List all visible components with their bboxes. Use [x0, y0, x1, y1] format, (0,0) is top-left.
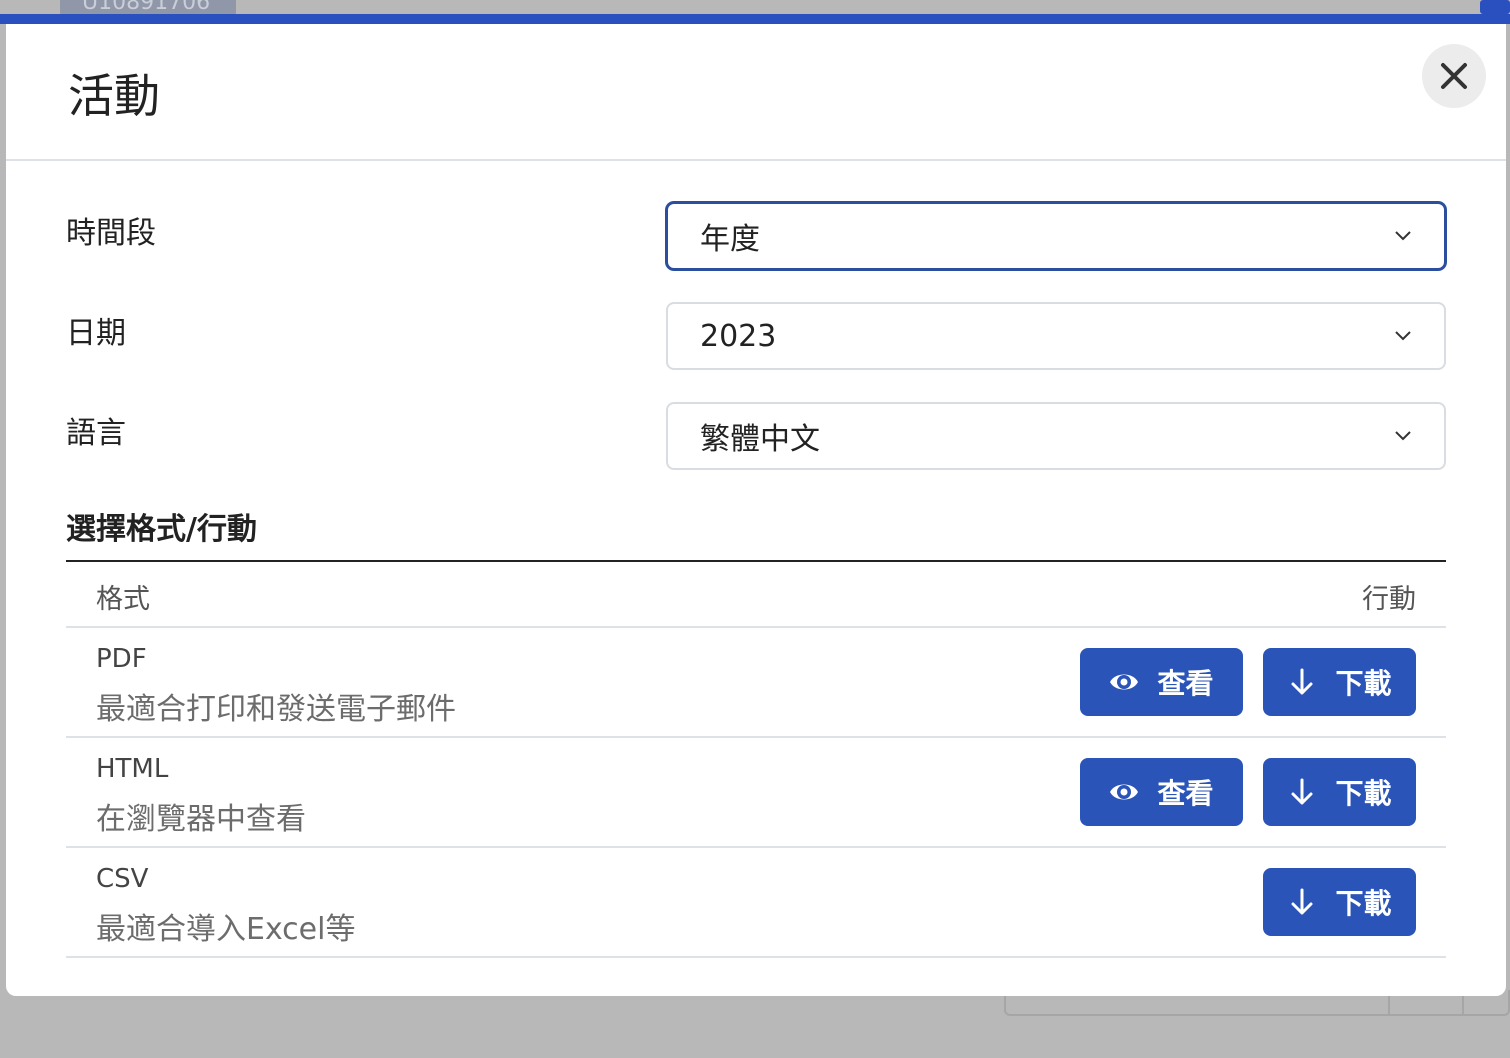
- download-button-csv[interactable]: 下載: [1263, 868, 1416, 936]
- column-header-action: 行動: [1362, 584, 1416, 615]
- language-select-value: 繁體中文: [700, 422, 820, 457]
- period-select[interactable]: 年度: [666, 202, 1446, 270]
- view-button-pdf[interactable]: 查看: [1080, 648, 1243, 716]
- view-button-label: 查看: [1157, 667, 1214, 700]
- date-label: 日期: [66, 316, 126, 351]
- table-header: 格式 行動: [66, 562, 1446, 628]
- chevron-down-icon: [1395, 331, 1411, 341]
- eye-icon: [1110, 674, 1139, 690]
- background-right-button: [1480, 0, 1510, 14]
- activity-modal: 活動 時間段 年度 日期 2023 語言 繁體中文 選擇格式/行動 格式 行動: [6, 24, 1506, 996]
- table-row-html: HTML 在瀏覽器中查看 查看 下載: [66, 738, 1446, 848]
- background-header-bar: [0, 14, 1510, 24]
- language-select[interactable]: 繁體中文: [666, 402, 1446, 470]
- download-button-html[interactable]: 下載: [1263, 758, 1416, 826]
- view-button-html[interactable]: 查看: [1080, 758, 1243, 826]
- close-icon: [1441, 63, 1467, 89]
- section-title: 選擇格式/行動: [66, 512, 257, 547]
- chevron-down-icon: [1395, 431, 1411, 441]
- download-button-pdf[interactable]: 下載: [1263, 648, 1416, 716]
- formats-table: 格式 行動 PDF 最適合打印和發送電子郵件 查看 下載 HTML 在瀏覽器中查…: [66, 560, 1446, 958]
- format-description: 在瀏覽器中查看: [96, 802, 306, 837]
- view-button-label: 查看: [1157, 777, 1214, 810]
- chevron-down-icon: [1395, 231, 1411, 241]
- arrow-down-icon: [1291, 888, 1313, 915]
- arrow-down-icon: [1291, 778, 1313, 805]
- period-label: 時間段: [66, 216, 156, 251]
- format-name: PDF: [96, 644, 147, 674]
- eye-icon: [1110, 784, 1139, 800]
- modal-title: 活動: [68, 69, 160, 123]
- format-description: 最適合導入Excel等: [96, 912, 356, 947]
- date-select[interactable]: 2023: [666, 302, 1446, 370]
- table-row-pdf: PDF 最適合打印和發送電子郵件 查看 下載: [66, 628, 1446, 738]
- format-description: 最適合打印和發送電子郵件: [96, 692, 456, 727]
- close-button[interactable]: [1422, 44, 1486, 108]
- period-select-value: 年度: [700, 222, 760, 257]
- date-select-value: 2023: [700, 318, 777, 354]
- format-name: CSV: [96, 864, 149, 894]
- arrow-down-icon: [1291, 668, 1313, 695]
- format-name: HTML: [96, 754, 169, 784]
- download-button-label: 下載: [1335, 777, 1392, 810]
- column-header-format: 格式: [96, 584, 150, 615]
- background-divider: [1462, 994, 1464, 1014]
- modal-header: 活動: [6, 24, 1506, 161]
- download-button-label: 下載: [1335, 667, 1392, 700]
- download-button-label: 下載: [1335, 887, 1392, 920]
- background-divider: [1388, 994, 1390, 1014]
- language-label: 語言: [66, 416, 126, 451]
- table-row-csv: CSV 最適合導入Excel等 下載: [66, 848, 1446, 958]
